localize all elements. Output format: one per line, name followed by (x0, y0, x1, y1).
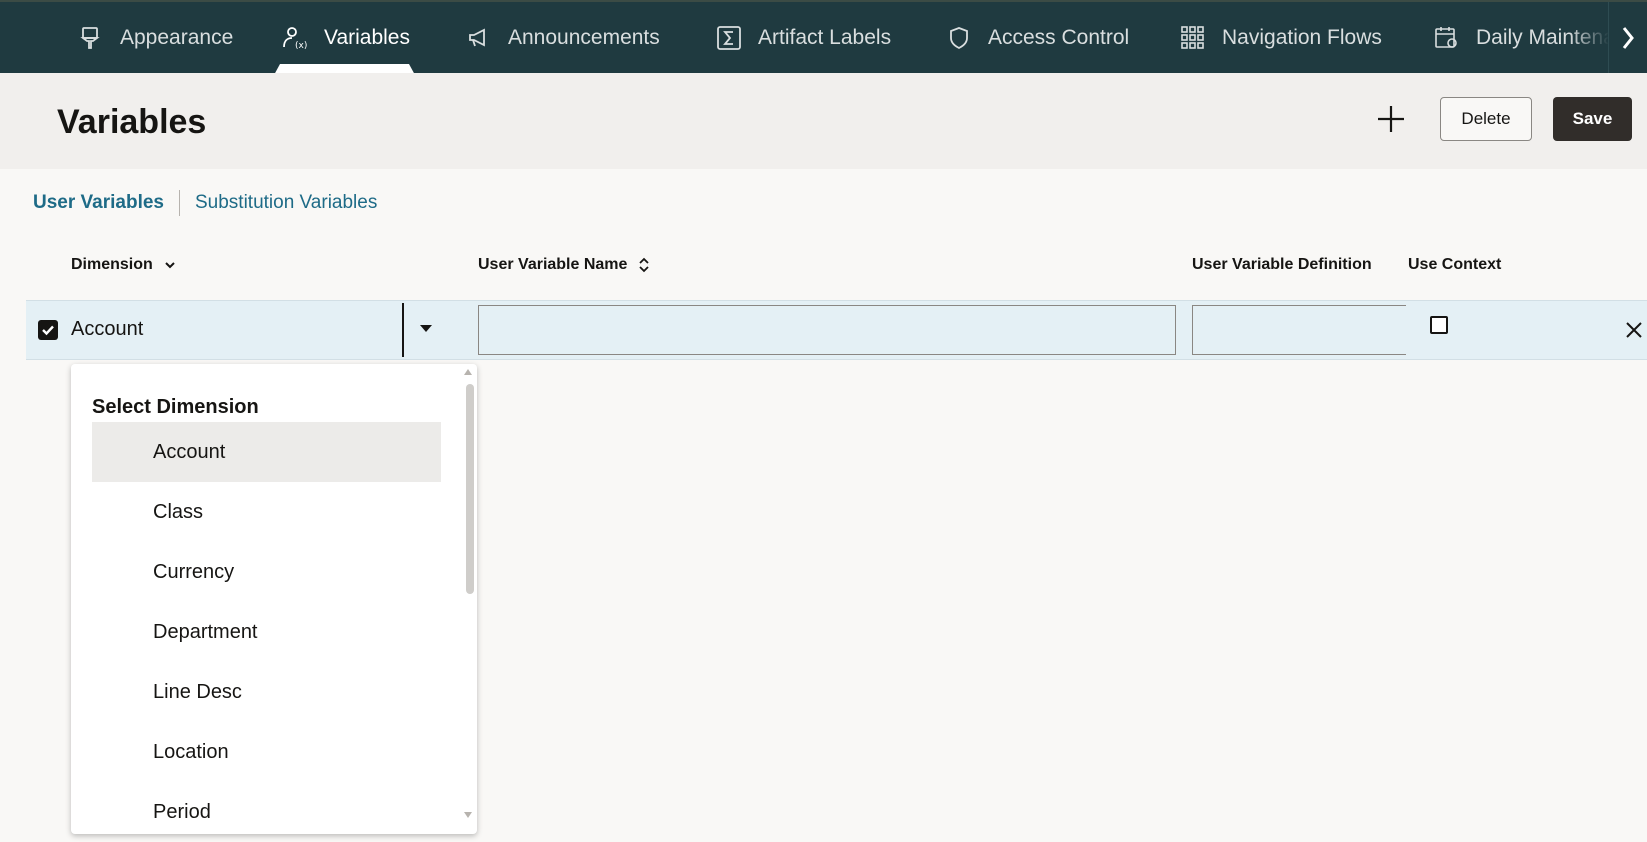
page-title: Variables (57, 103, 207, 141)
caret-down-icon (420, 325, 432, 332)
user-variable-definition-input[interactable] (1192, 305, 1406, 355)
scroll-down-arrow-icon (464, 812, 472, 818)
dropdown-option-location[interactable]: Location (92, 722, 441, 782)
top-navigation: Appearance (x) Variables Announcements A… (0, 0, 1647, 75)
select-dimension-dropdown: Select Dimension Account Class Currency … (71, 364, 477, 834)
checkmark-icon (42, 325, 54, 336)
option-label: Department (153, 620, 258, 643)
tab-artifact-labels[interactable]: Artifact Labels (716, 2, 891, 73)
sort-icon (639, 257, 650, 273)
tab-navigation-flows[interactable]: Navigation Flows (1180, 2, 1382, 73)
table-row: Account (26, 300, 1647, 360)
chevron-right-icon (1622, 26, 1634, 49)
dropdown-option-line-desc[interactable]: Line Desc (92, 662, 441, 722)
option-label: Currency (153, 560, 235, 583)
dropdown-option-period[interactable]: Period (92, 782, 441, 842)
dimension-select-value[interactable]: Account (71, 318, 143, 341)
tab-label: Variables (324, 25, 410, 49)
row-select-checkbox[interactable] (38, 320, 58, 340)
tab-announcements[interactable]: Announcements (466, 2, 660, 73)
save-button[interactable]: Save (1553, 97, 1632, 141)
remove-row-button[interactable] (1624, 320, 1644, 345)
use-context-checkbox[interactable] (1430, 316, 1448, 334)
variable-type-tabs: User Variables Substitution Variables (33, 190, 377, 216)
add-button[interactable] (1373, 101, 1409, 137)
dropdown-option-currency[interactable]: Currency (92, 542, 441, 602)
delete-button[interactable]: Delete (1440, 97, 1532, 141)
tab-appearance[interactable]: Appearance (78, 2, 233, 73)
tab-label: Announcements (508, 25, 660, 49)
megaphone-icon (469, 28, 485, 46)
grid-icon (1181, 25, 1204, 49)
option-label: Class (153, 500, 204, 523)
tab-access-control[interactable]: Access Control (946, 2, 1129, 73)
dropdown-title: Select Dimension (92, 396, 259, 418)
column-header-use-context: Use Context (1408, 256, 1501, 274)
option-label: Location (153, 740, 229, 763)
tab-label: Access Control (988, 25, 1130, 49)
dropdown-option-department[interactable]: Department (92, 602, 441, 662)
column-header-label: Use Context (1408, 256, 1502, 273)
column-header-user-variable-name[interactable]: User Variable Name (478, 256, 651, 274)
option-label: Account (153, 440, 226, 463)
tab-overflow-fade (1569, 2, 1609, 73)
user-variable-name-input[interactable] (478, 305, 1176, 355)
scroll-up-arrow-icon (464, 369, 472, 375)
tab-variables[interactable]: (x) Variables (282, 2, 410, 73)
svg-text:(x): (x) (295, 41, 307, 51)
tab-label: Artifact Labels (758, 25, 892, 49)
brush-icon (80, 26, 100, 49)
scrollbar-thumb[interactable] (466, 384, 474, 594)
column-header-label: User Variable Definition (1192, 256, 1372, 273)
dropdown-option-class[interactable]: Class (92, 482, 441, 542)
tab-label: Appearance (120, 25, 234, 49)
select-cursor (402, 303, 404, 357)
scroll-tabs-right-button[interactable] (1608, 2, 1647, 73)
dropdown-option-account[interactable]: Account (92, 422, 441, 482)
option-label: Period (153, 800, 211, 823)
sigma-icon (717, 25, 741, 50)
page-header: Variables Delete Save (0, 73, 1647, 169)
tab-user-variables[interactable]: User Variables (33, 192, 164, 214)
option-label: Line Desc (153, 680, 242, 703)
chevron-down-icon (165, 262, 175, 269)
column-header-dimension[interactable]: Dimension (71, 256, 177, 274)
tab-label: Navigation Flows (1222, 25, 1382, 49)
dimension-dropdown-toggle[interactable] (418, 321, 434, 339)
user-variable-icon: (x) (283, 26, 307, 51)
tab-substitution-variables[interactable]: Substitution Variables (195, 192, 377, 214)
calendar-gear-icon (1435, 26, 1457, 48)
plus-icon (1378, 106, 1404, 132)
column-header-label: Dimension (71, 256, 153, 273)
column-header-user-variable-definition: User Variable Definition (1192, 256, 1372, 274)
close-icon (1626, 322, 1642, 338)
shield-icon (950, 26, 968, 49)
column-header-label: User Variable Name (478, 256, 628, 273)
tab-divider (178, 190, 180, 216)
